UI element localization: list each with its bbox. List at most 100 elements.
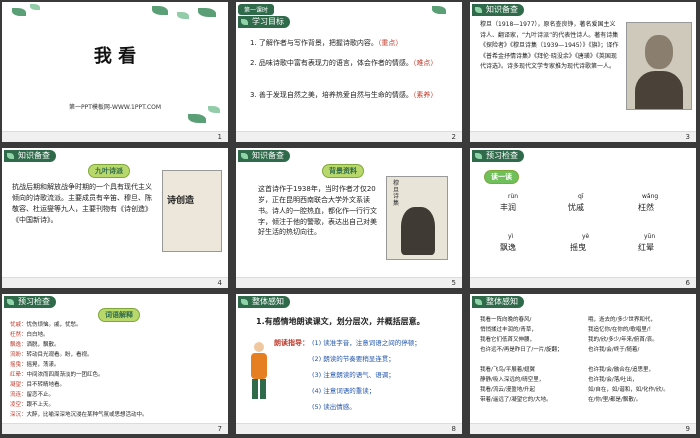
tip-item: (4) 注意词语的重读； [312,387,376,395]
definition-item: 凝望：目不转睛地看。 [10,382,66,388]
leaf-decoration [432,6,446,14]
poem-line: 我看它们低首又伸腰， [480,337,536,343]
leaf-decoration [12,8,26,16]
poem-line: 我看一阵向晚的春风/ [480,317,532,323]
book-portrait [401,207,435,255]
site-label: 第一PPT模板网-WWW.1PPT.COM [68,104,162,111]
slide-number: 8 [451,425,456,433]
slide-number: 7 [217,425,222,433]
slide-thumbnail-4[interactable]: 知识备查 九叶诗派 抗战后期和解放战争时期的一个具有现代主义倾向的诗歌流派。主要… [2,148,228,288]
section-header: 整体感知 [472,296,524,308]
section-header: 预习检查 [472,150,524,162]
word: 飘逸 [500,243,516,252]
lesson-tab: 第一课时 [238,4,275,15]
definition-item: 飘逸：洒脱，飘散。 [10,342,60,348]
section-header: 整体感知 [238,296,290,308]
definition-item: 红晕：中间浓而四周渐淡的一团红色。 [10,372,104,378]
definition-item: 流盼：转动目光观看。盼，看视。 [10,352,93,358]
poem-line: 哦，逝去的/多少世界和代， [588,317,656,323]
author-photo [626,22,692,110]
tip-item: (5) 读出情感。 [312,403,356,411]
task-text: 1.有感情地朗读课文，划分层次，并概括层意。 [256,317,425,326]
section-header: 知识备查 [238,150,290,162]
portrait-body [635,71,683,109]
pinyin: yè [582,233,590,240]
slide-thumbnail-9[interactable]: 整体感知 我看一阵向晚的春风/ 悄悄揉过丰润的/青草， 我看它们低首又伸腰， 也… [470,294,696,434]
book-cover: 穆旦诗集 [386,176,448,260]
slide-thumbnail-1[interactable]: 我 看 第一PPT模板网-WWW.1PPT.COM 1 [2,2,228,142]
word: 忧戚 [568,203,584,212]
goal-item: 1. 了解作者与写作背景，把握诗歌内容。（重点） [250,39,403,47]
poem-line: 悄悄揉过丰润的/青草， [480,327,537,333]
slide-number: 6 [685,279,690,287]
slide-thumbnail-5[interactable]: 知识备查 背景资料 这首诗作于1938年，当时作者才仅20岁，正在昆明西南联合大… [236,148,462,288]
poem-line: 也许我/会/终于/随着/ [588,347,640,353]
school-description: 抗战后期和解放战争时期的一个具有现代主义倾向的诗歌流派。主要成员有辛笛、穆旦、陈… [12,183,152,224]
goal-item: 2. 品味诗歌中富有表现力的语言，体会作者的情感。（难点） [250,59,438,67]
poem-line: 静静/吸入深远的/晴空里， [480,377,545,383]
slide-thumbnail-6[interactable]: 预习检查 读一读 rùn 丰润 qī 忧戚 wǎng 枉然 yì 飘逸 yè 摇… [470,148,696,288]
slide-thumbnail-2[interactable]: 第一课时 学习目标 1. 了解作者与写作背景，把握诗歌内容。（重点） 2. 品味… [236,2,462,142]
leaf-decoration [177,12,189,19]
author-bio: 穆旦（1918—1977），原名查良铮，著名爱国主义诗人、翻译家，“九叶诗派”的… [480,21,619,70]
slide-thumbnail-7[interactable]: 预习检查 词语解释 忧戚：忧伤烦恼。戚，忧愁。 枉然：白白地。 飘逸：洒脱，飘散… [2,294,228,434]
slide-footer: 2 [236,131,462,142]
definition-item: 凌空：跟不上天。 [10,402,55,408]
slide-number: 1 [217,133,222,141]
definition-item: 摇曳：摇晃，荡漾。 [10,362,60,368]
pinyin: wǎng [642,193,659,200]
section-header: 预习检查 [4,296,56,308]
topic-badge: 读一读 [484,170,519,184]
portrait-head [645,35,673,69]
pinyin: rùn [508,193,519,200]
word: 丰润 [500,203,516,212]
slide-footer: 1 [2,131,228,142]
tip-item: (3) 注意朗读的语气、语调； [312,371,395,379]
tip-item: (2) 朗读的节奏要稍显连贯； [312,355,395,363]
poem-line: 如/自在，如/谐和，如/化作/欣/。 [588,387,669,393]
poem-line: 也许我/会/融合在/追思里， [588,367,655,373]
goal-item: 3. 善于发现自然之美，培养热爱自然与生命的情感。（素养） [250,91,438,99]
poem-line: 我看/飞鸟/平展着/翅翼 [480,367,536,373]
slide-footer: 8 [236,423,462,434]
leaf-decoration [152,6,168,15]
tip-label: 朗读指导： [274,339,309,347]
leaf-decoration [188,114,206,123]
poem-line: 也许我/会/落/吐出， [588,377,638,383]
word: 枉然 [638,203,654,212]
definition-item: 忧戚：忧伤烦恼。戚，忧愁。 [10,322,82,328]
leaf-decoration [30,4,40,10]
poem-line: 我的/欣/多少/年来/俯首/哀。 [588,337,658,343]
poem-line: 我看/流云/漫盈地/升起 [480,387,536,393]
teacher-icon [248,342,270,402]
definition-item: 深沉：大醉，比喻深深地沉浸在某种气氛或思想活动中。 [10,412,148,418]
poem-line: 带着/遥远了/凝望它的/大地。 [480,397,552,403]
pinyin: yì [508,233,514,240]
pinyin: qī [578,193,584,200]
slide-number: 5 [451,279,456,287]
slide-footer: 9 [470,423,696,434]
definition-item: 流连：留恋不止。 [10,392,55,398]
leaf-decoration [198,8,216,17]
slide-footer: 6 [470,277,696,288]
background-text: 这首诗作于1938年，当时作者才仅20岁，正在昆明西南联合大学外文系读书。诗人的… [258,185,377,237]
slide-title: 我 看 [93,46,137,67]
slide-footer: 3 [470,131,696,142]
slide-thumbnail-3[interactable]: 知识备查 穆旦（1918—1977），原名查良铮，著名爱国主义诗人、翻译家，“九… [470,2,696,142]
poem-line: 也许远不/再是昨日了/一片/旋翻； [480,347,563,353]
slide-thumbnail-8[interactable]: 整体感知 1.有感情地朗读课文，划分层次，并概括层意。 朗读指导： (1) 读准… [236,294,462,434]
poem-line: 在/你/里/都是/飘散/。 [588,397,642,403]
slide-number: 2 [451,133,456,141]
slide-number: 3 [685,133,690,141]
pinyin: yūn [644,233,656,240]
slide-footer: 7 [2,423,228,434]
word: 红晕 [638,243,654,252]
journal-cover: 诗创造 [162,170,222,252]
book-title: 穆旦诗集 [393,180,400,207]
section-header: 知识备查 [4,150,56,162]
definition-item: 枉然：白白地。 [10,332,49,338]
topic-badge: 词语解释 [98,308,140,322]
journal-title: 诗创造 [167,196,195,206]
tip-item: (1) 读准字音，注意词语之间的停顿； [312,339,421,347]
poem-line: 我追忆你/在你的/歌唱里/！ [588,327,655,333]
